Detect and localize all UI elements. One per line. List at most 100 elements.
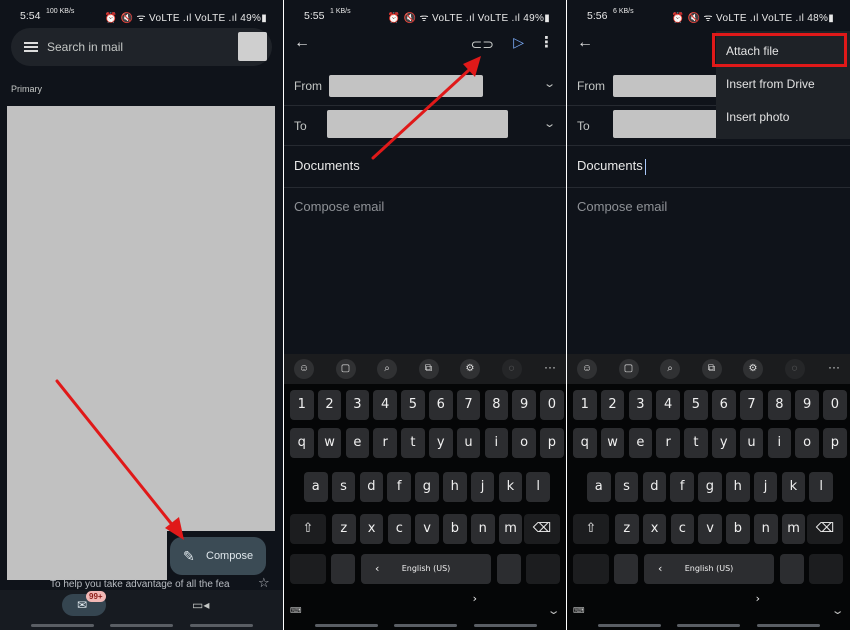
key-0[interactable]: 0: [823, 390, 847, 420]
key-p[interactable]: p: [823, 428, 847, 458]
key-h[interactable]: h: [443, 472, 467, 502]
symbols-key[interactable]: [573, 554, 609, 584]
hamburger-menu-icon[interactable]: [24, 42, 38, 52]
search-bar[interactable]: Search in mail: [11, 28, 272, 66]
attachment-icon[interactable]: ⊂⊃: [471, 36, 494, 53]
key-n[interactable]: n: [471, 514, 495, 544]
subject-input[interactable]: Documents: [577, 158, 647, 175]
key-d[interactable]: d: [642, 472, 667, 502]
key-3[interactable]: 3: [628, 390, 653, 420]
translate-icon[interactable]: ⧉: [418, 359, 439, 379]
key-0[interactable]: 0: [540, 390, 564, 420]
key-y[interactable]: y: [429, 428, 453, 458]
clipboard-icon[interactable]: ▢: [618, 359, 639, 379]
back-arrow-icon[interactable]: ←: [577, 34, 593, 52]
key-5[interactable]: 5: [684, 390, 708, 420]
key-g[interactable]: g: [698, 472, 722, 502]
shift-key[interactable]: ⇧: [290, 514, 326, 544]
settings-icon[interactable]: ⚙: [743, 359, 763, 379]
settings-icon[interactable]: ⚙: [460, 359, 480, 379]
key-u[interactable]: u: [456, 428, 481, 458]
emoji-icon[interactable]: ☺: [577, 359, 597, 379]
key-m[interactable]: m: [498, 514, 523, 544]
key-h[interactable]: h: [726, 472, 750, 502]
key-q[interactable]: q: [290, 428, 314, 458]
key-r[interactable]: r: [373, 428, 397, 458]
key-d[interactable]: d: [359, 472, 384, 502]
key-j[interactable]: j: [753, 472, 778, 502]
key-y[interactable]: y: [712, 428, 736, 458]
modes-icon[interactable]: ◌: [501, 359, 522, 379]
clipboard-icon[interactable]: ▢: [335, 359, 356, 379]
key-t[interactable]: t: [401, 428, 425, 458]
key-m[interactable]: m: [781, 514, 806, 544]
key-a[interactable]: a: [587, 472, 611, 502]
search-icon[interactable]: ⌕: [377, 359, 397, 379]
star-icon[interactable]: ☆: [258, 575, 270, 591]
key-z[interactable]: z: [615, 514, 639, 544]
key-f[interactable]: f: [387, 472, 411, 502]
send-icon[interactable]: ▷: [513, 34, 524, 51]
key-7[interactable]: 7: [456, 390, 481, 420]
body-input[interactable]: Compose email: [577, 199, 667, 214]
keyboard-switch-icon[interactable]: ⌨: [290, 606, 302, 615]
backspace-key[interactable]: ⌫: [524, 514, 560, 544]
key-9[interactable]: 9: [512, 390, 536, 420]
period-key[interactable]: [497, 554, 521, 584]
next-key[interactable]: [809, 554, 843, 584]
key-x[interactable]: x: [642, 514, 667, 544]
key-i[interactable]: i: [484, 428, 509, 458]
key-6[interactable]: 6: [712, 390, 736, 420]
key-6[interactable]: 6: [429, 390, 453, 420]
translate-icon[interactable]: ⧉: [701, 359, 722, 379]
key-s[interactable]: s: [331, 472, 356, 502]
chevron-down-icon[interactable]: ⌄: [543, 117, 556, 130]
space-key[interactable]: ‹ English (US) ›: [361, 554, 491, 605]
key-w[interactable]: w: [317, 428, 342, 458]
language-next-icon[interactable]: ›: [756, 584, 760, 614]
comma-key[interactable]: [614, 554, 638, 584]
compose-button[interactable]: ✎ Compose: [170, 537, 266, 575]
key-n[interactable]: n: [754, 514, 778, 544]
body-input[interactable]: Compose email: [294, 199, 384, 214]
key-e[interactable]: e: [628, 428, 653, 458]
key-c[interactable]: c: [387, 514, 412, 544]
key-l[interactable]: l: [526, 472, 550, 502]
period-key[interactable]: [780, 554, 804, 584]
from-field[interactable]: From ⌄: [284, 66, 566, 106]
key-j[interactable]: j: [470, 472, 495, 502]
hide-keyboard-icon[interactable]: ⌄: [830, 604, 844, 617]
key-w[interactable]: w: [600, 428, 625, 458]
key-i[interactable]: i: [767, 428, 792, 458]
search-input[interactable]: Search in mail: [47, 40, 123, 54]
key-b[interactable]: b: [726, 514, 750, 544]
key-8[interactable]: 8: [484, 390, 509, 420]
key-o[interactable]: o: [512, 428, 536, 458]
key-r[interactable]: r: [656, 428, 680, 458]
key-4[interactable]: 4: [656, 390, 680, 420]
key-g[interactable]: g: [415, 472, 439, 502]
modes-icon[interactable]: ◌: [784, 359, 805, 379]
next-key[interactable]: [526, 554, 560, 584]
key-k[interactable]: k: [498, 472, 523, 502]
language-prev-icon[interactable]: ‹: [658, 554, 662, 584]
chevron-down-icon[interactable]: ⌄: [543, 77, 556, 90]
key-1[interactable]: 1: [290, 390, 314, 420]
symbols-key[interactable]: [290, 554, 326, 584]
key-9[interactable]: 9: [795, 390, 819, 420]
key-k[interactable]: k: [781, 472, 806, 502]
key-v[interactable]: v: [698, 514, 722, 544]
language-next-icon[interactable]: ›: [473, 584, 477, 614]
back-arrow-icon[interactable]: ←: [294, 34, 310, 52]
key-b[interactable]: b: [443, 514, 467, 544]
key-x[interactable]: x: [359, 514, 384, 544]
key-o[interactable]: o: [795, 428, 819, 458]
emoji-icon[interactable]: ☺: [294, 359, 314, 379]
hide-keyboard-icon[interactable]: ⌄: [546, 604, 560, 617]
key-c[interactable]: c: [670, 514, 695, 544]
shift-key[interactable]: ⇧: [573, 514, 609, 544]
key-a[interactable]: a: [304, 472, 328, 502]
more-icon[interactable]: ···: [544, 360, 556, 374]
key-u[interactable]: u: [739, 428, 764, 458]
key-2[interactable]: 2: [600, 390, 625, 420]
